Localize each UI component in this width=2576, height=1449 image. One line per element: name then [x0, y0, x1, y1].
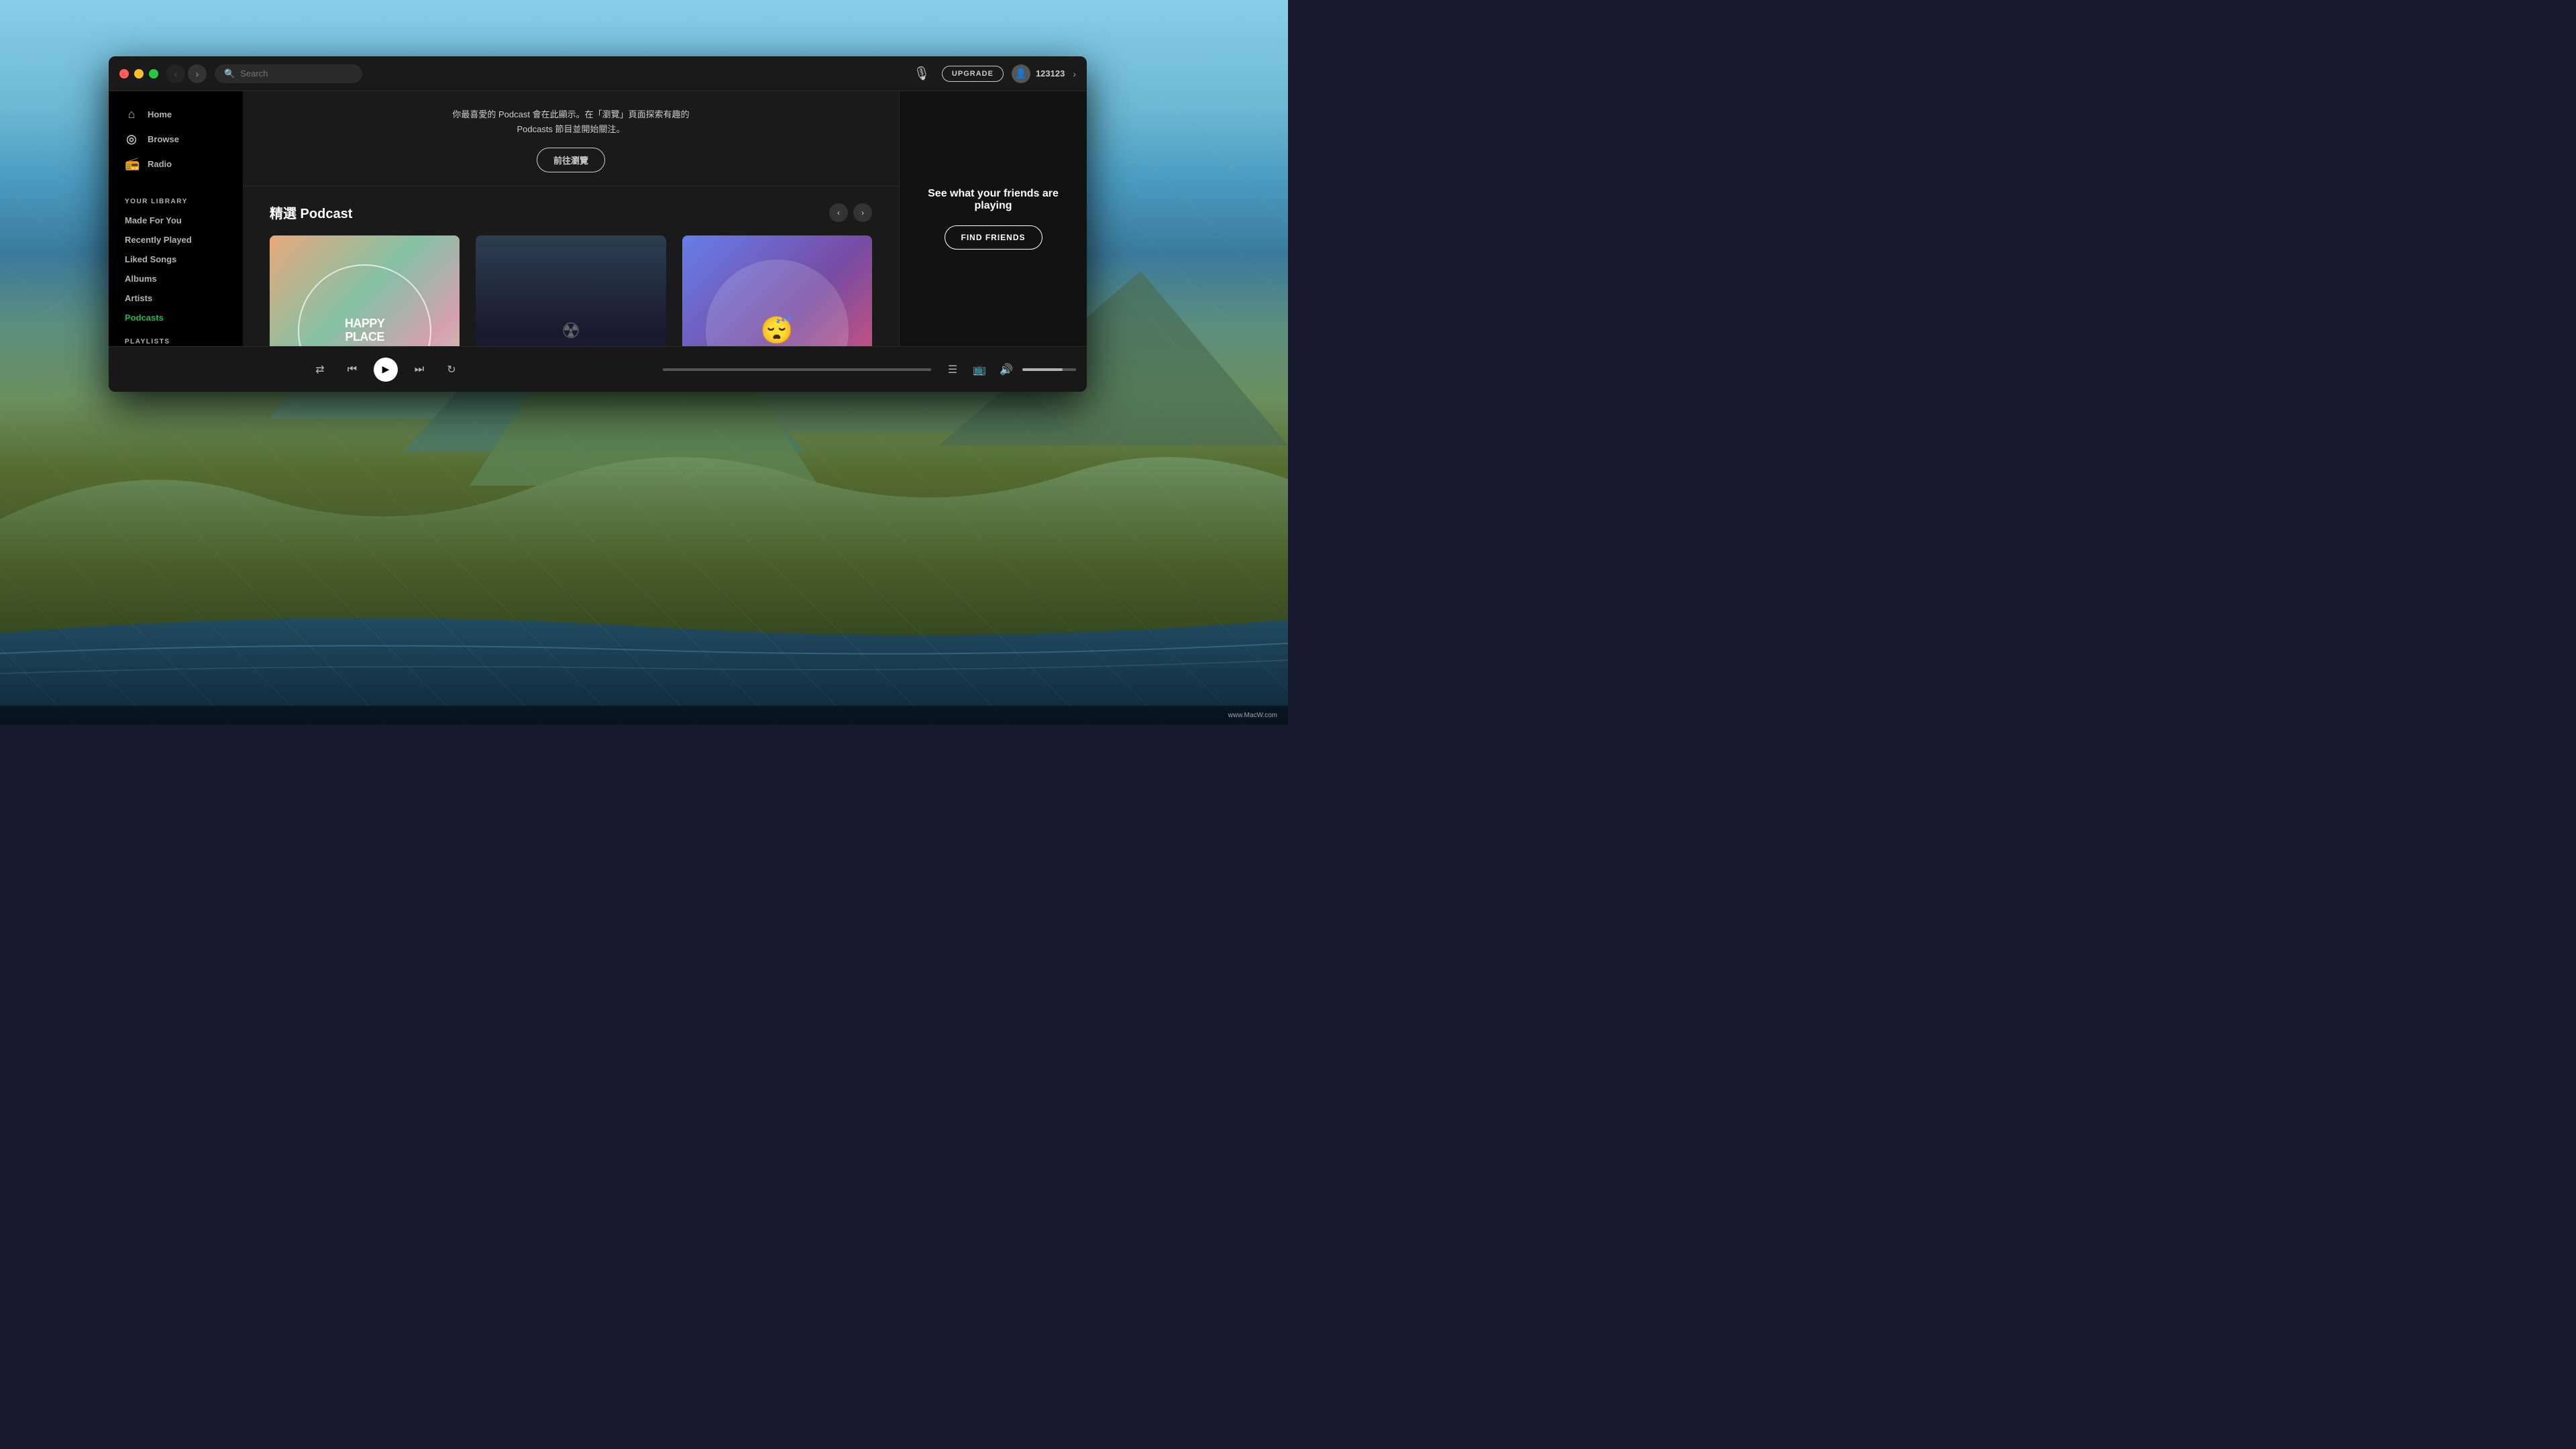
navigation-buttons: ‹ › — [166, 64, 207, 83]
next-button[interactable]: ⏭ — [409, 359, 430, 380]
section-header: 精選 Podcast ‹ › — [270, 203, 872, 222]
progress-bar[interactable] — [663, 368, 931, 371]
podcast-artwork-happy-place: HAPPYPLACE — [270, 235, 460, 346]
sidebar-item-browse[interactable]: ◎ Browse — [114, 127, 237, 152]
playlists-label: PLAYLISTS — [109, 333, 243, 346]
title-bar: ‹ › 🔍 🎙 UPGRADE 👤 123123 › — [109, 56, 1087, 91]
chernobyl-art-placeholder: ☢ — [561, 318, 581, 343]
section-next-button[interactable]: › — [853, 203, 872, 222]
home-icon: ⌂ — [125, 107, 138, 121]
radio-label: Radio — [148, 159, 172, 169]
play-pause-button[interactable]: ▶ — [374, 358, 398, 382]
nav-section: ⌂ Home ◎ Browse 📻 Radio — [109, 102, 243, 176]
sleep-art-emoji: 😴 — [706, 260, 849, 346]
home-label: Home — [148, 109, 172, 119]
sidebar-item-radio[interactable]: 📻 Radio — [114, 152, 237, 176]
browse-icon: ◎ — [125, 132, 138, 146]
user-area[interactable]: 👤 123123 — [1012, 64, 1065, 83]
devices-button[interactable]: 📺 — [969, 359, 990, 380]
podcast-banner: 你最喜愛的 Podcast 會在此顯示。在「瀏覽」頁面探索有趣的 Podcast… — [243, 91, 899, 186]
app-window: ‹ › 🔍 🎙 UPGRADE 👤 123123 › ⌂ Home ◎ — [109, 56, 1087, 392]
podcast-icon-button[interactable]: 🎙 — [910, 62, 934, 86]
taskbar-url: www.MacW.com — [1228, 712, 1277, 719]
maximize-button[interactable] — [149, 69, 158, 78]
friends-panel: See what your friends are playing FIND F… — [899, 91, 1087, 346]
sidebar-item-artists[interactable]: Artists — [109, 288, 243, 308]
sidebar: ⌂ Home ◎ Browse 📻 Radio YOUR LIBRARY Mad… — [109, 91, 243, 346]
section-prev-button[interactable]: ‹ — [829, 203, 848, 222]
player-controls: ⇄ ⏮ ▶ ⏭ ↻ — [119, 358, 652, 382]
sidebar-item-made-for-you[interactable]: Made For You — [109, 211, 243, 230]
browse-label: Browse — [148, 134, 179, 144]
username-label: 123123 — [1036, 68, 1065, 78]
repeat-button[interactable]: ↻ — [441, 359, 462, 380]
shuffle-button[interactable]: ⇄ — [309, 359, 331, 380]
happy-place-art-text: HAPPYPLACE — [345, 317, 385, 344]
sidebar-item-albums[interactable]: Albums — [109, 269, 243, 288]
player-right-controls: ☰ 📺 🔊 — [942, 359, 1076, 380]
avatar: 👤 — [1012, 64, 1030, 83]
podcast-artwork-sleep-with-me: 😴 — [682, 235, 872, 346]
volume-icon: 🔊 — [996, 359, 1017, 380]
upgrade-button[interactable]: UPGRADE — [942, 66, 1004, 82]
volume-fill — [1022, 368, 1063, 371]
podcast-card-happy-place[interactable]: HAPPYPLACE Happy Place Fearne Cotton tal… — [270, 235, 460, 346]
minimize-button[interactable] — [134, 69, 144, 78]
featured-section: 精選 Podcast ‹ › HAPPYPLACE — [243, 186, 899, 346]
queue-button[interactable]: ☰ — [942, 359, 963, 380]
search-bar[interactable]: 🔍 — [215, 64, 362, 83]
content-area: 你最喜愛的 Podcast 會在此顯示。在「瀏覽」頁面探索有趣的 Podcast… — [243, 91, 899, 346]
podcast-banner-text: 你最喜愛的 Podcast 會在此顯示。在「瀏覽」頁面探索有趣的 Podcast… — [270, 107, 872, 137]
section-navigation: ‹ › — [829, 203, 872, 222]
sidebar-item-podcasts[interactable]: Podcasts — [109, 308, 243, 327]
find-friends-button[interactable]: FIND FRIENDS — [945, 225, 1042, 250]
previous-button[interactable]: ⏮ — [341, 359, 363, 380]
browse-button[interactable]: 前往瀏覽 — [537, 148, 605, 172]
volume-bar[interactable] — [1022, 368, 1076, 371]
radio-icon: 📻 — [125, 157, 138, 171]
podcast-card-sleep-with-me[interactable]: 😴 Sleep With Me Insomnia? Mind racing at… — [682, 235, 872, 346]
forward-button[interactable]: › — [188, 64, 207, 83]
sidebar-item-liked-songs[interactable]: Liked Songs — [109, 250, 243, 269]
podcast-card-chernobyl[interactable]: ☢ The Chernobyl Podcast The official pod… — [476, 235, 665, 346]
traffic-lights — [119, 69, 158, 78]
chevron-right-icon[interactable]: › — [1073, 68, 1076, 79]
search-icon: 🔍 — [224, 68, 235, 79]
podcast-artwork-chernobyl: ☢ — [476, 235, 665, 346]
close-button[interactable] — [119, 69, 129, 78]
friends-title: See what your friends are playing — [916, 188, 1071, 212]
sidebar-item-home[interactable]: ⌂ Home — [114, 102, 237, 127]
section-title: 精選 Podcast — [270, 203, 352, 222]
main-area: ⌂ Home ◎ Browse 📻 Radio YOUR LIBRARY Mad… — [109, 91, 1087, 346]
sidebar-item-recently-played[interactable]: Recently Played — [109, 230, 243, 250]
search-input[interactable] — [240, 68, 353, 78]
back-button[interactable]: ‹ — [166, 64, 185, 83]
podcast-grid: HAPPYPLACE Happy Place Fearne Cotton tal… — [270, 235, 872, 346]
your-library-label: YOUR LIBRARY — [109, 193, 243, 211]
player-bar: ⇄ ⏮ ▶ ⏭ ↻ ☰ 📺 🔊 — [109, 346, 1087, 392]
taskbar: www.MacW.com — [0, 706, 1288, 724]
volume-area: 🔊 — [996, 359, 1076, 380]
